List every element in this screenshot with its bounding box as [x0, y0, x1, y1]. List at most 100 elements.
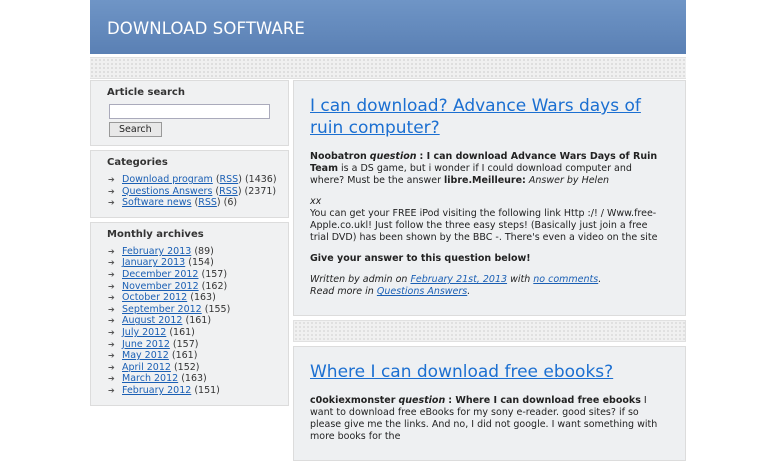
category-link[interactable]: Software news [122, 197, 191, 208]
arrow-right-icon: ➔ [108, 198, 115, 208]
site-header: DOWNLOAD SOFTWARE [90, 0, 686, 54]
post-body: xx You can get your FREE iPod visiting th… [310, 196, 669, 244]
archives-box: Monthly archives ➔ February 2013 (89) ➔ Ja… [90, 221, 289, 406]
arrow-right-icon: ➔ [108, 186, 115, 196]
post-with: with [510, 274, 531, 285]
post-comments-link[interactable]: no comments [533, 274, 598, 285]
post-date-link[interactable]: February 21st, 2013 [410, 274, 507, 285]
arrow-right-icon: ➔ [108, 269, 115, 279]
post-body-text: You can get your FREE iPod visiting the … [310, 208, 658, 243]
post-question-text: : Where I can download free ebooks [448, 395, 641, 406]
archive-item: ➔ March 2012 (163) [108, 373, 288, 385]
archive-item: ➔ April 2012 (152) [108, 362, 288, 374]
archive-count: (152) [173, 361, 200, 373]
post-written-by: Written by admin on [310, 274, 408, 285]
archive-item: ➔ December 2012 (157) [108, 269, 288, 281]
archive-count: (155) [204, 303, 231, 315]
post: I can download? Advance Wars days of rui… [293, 80, 686, 316]
post-answer-bold: libre.Meilleure: [444, 175, 526, 186]
post-cta-text: Give your answer to this question below! [310, 253, 531, 264]
archive-link[interactable]: June 2012 [122, 339, 170, 350]
arrow-right-icon: ➔ [108, 385, 115, 395]
arrow-right-icon: ➔ [108, 339, 115, 349]
archive-item: ➔ January 2013 (154) [108, 257, 288, 269]
arrow-right-icon: ➔ [108, 258, 115, 268]
archive-count: (157) [172, 338, 199, 350]
archive-link[interactable]: January 2013 [122, 257, 185, 268]
category-count: (6) [223, 197, 238, 209]
search-button[interactable]: Search [109, 122, 162, 137]
post-xx: xx [310, 196, 322, 207]
arrow-right-icon: ➔ [108, 327, 115, 337]
archive-item: ➔ October 2012 (163) [108, 292, 288, 304]
archive-item: ➔ February 2012 (151) [108, 385, 288, 397]
archive-item: ➔ May 2012 (161) [108, 350, 288, 362]
arrow-right-icon: ➔ [108, 281, 115, 291]
category-count: (2371) [244, 185, 277, 197]
header-subbar [90, 57, 686, 79]
archives-heading: Monthly archives [107, 228, 204, 240]
arrow-right-icon: ➔ [108, 362, 115, 372]
site-title[interactable]: DOWNLOAD SOFTWARE [107, 19, 305, 38]
archive-count: (161) [185, 315, 212, 327]
archive-count: (162) [201, 280, 228, 292]
search-box: Article search Search [90, 80, 289, 146]
arrow-right-icon: ➔ [108, 246, 115, 256]
archive-link[interactable]: November 2012 [122, 281, 199, 292]
arrow-right-icon: ➔ [108, 374, 115, 384]
post-cta: Give your answer to this question below! [310, 253, 669, 265]
categories-heading: Categories [107, 157, 168, 168]
search-heading: Article search [107, 87, 185, 98]
post-asker: c0okiexmonster [310, 395, 396, 406]
sidebar: Article search Search Categories ➔ Downlo… [90, 80, 289, 410]
category-link[interactable]: Questions Answers [122, 186, 212, 197]
archive-count: (161) [171, 350, 198, 362]
archive-item: ➔ August 2012 (161) [108, 315, 288, 327]
archive-count: (154) [188, 257, 214, 269]
archive-link[interactable]: February 2012 [122, 385, 191, 396]
arrow-right-icon: ➔ [108, 316, 115, 326]
category-item: ➔ Questions Answers (RSS) (2371) [108, 185, 277, 197]
rss-link[interactable]: RSS [198, 197, 217, 208]
archive-link[interactable]: February 2013 [122, 246, 191, 257]
post-category-link[interactable]: Questions Answers [377, 286, 467, 297]
main-content: I can download? Advance Wars days of rui… [293, 80, 686, 461]
arrow-right-icon: ➔ [108, 175, 115, 184]
category-item: ➔ Software news (RSS) (6) [108, 197, 238, 209]
archive-item: ➔ February 2013 (89) [108, 246, 288, 258]
archive-link[interactable]: August 2012 [122, 315, 182, 326]
post-answer-by: Answer by Helen [528, 175, 610, 186]
archive-count: (163) [181, 373, 207, 385]
archive-item: ➔ September 2012 (155) [108, 304, 288, 316]
search-input[interactable] [109, 104, 270, 119]
category-link[interactable]: Download program [122, 174, 213, 185]
archive-link[interactable]: March 2012 [122, 373, 178, 384]
post-question: Noobatron question : I can download Adva… [310, 151, 669, 187]
post-title: Where I can download free ebooks? [310, 361, 669, 383]
archive-link[interactable]: October 2012 [122, 292, 187, 303]
archive-count: (89) [194, 245, 214, 257]
archive-link[interactable]: December 2012 [122, 269, 198, 280]
post-title-link[interactable]: Where I can download free ebooks? [310, 362, 613, 382]
rss-link[interactable]: RSS [219, 186, 238, 197]
archive-link[interactable]: July 2012 [122, 327, 166, 338]
arrow-right-icon: ➔ [108, 351, 115, 361]
category-count: (1436) [244, 174, 277, 185]
archive-item: ➔ November 2012 (162) [108, 281, 288, 293]
arrow-right-icon: ➔ [108, 304, 115, 314]
post-question: c0okiexmonster question : Where I can do… [310, 395, 669, 443]
post-title-link[interactable]: I can download? Advance Wars days of rui… [310, 96, 641, 138]
archive-item: ➔ June 2012 (157) [108, 339, 288, 351]
post-read-more: Read more in [310, 286, 374, 297]
archive-link[interactable]: September 2012 [122, 304, 202, 315]
post-question-word: question [369, 151, 417, 162]
archive-count: (163) [190, 292, 216, 304]
rss-link[interactable]: RSS [220, 174, 239, 185]
post-meta: Written by admin on February 21st, 2013 … [310, 274, 602, 297]
archive-link[interactable]: April 2012 [122, 362, 171, 373]
post-asker: Noobatron [310, 151, 367, 162]
arrow-right-icon: ➔ [108, 293, 115, 303]
categories-box: Categories ➔ Download program (RSS) (1436… [90, 150, 289, 218]
archive-link[interactable]: May 2012 [122, 350, 169, 361]
post: Where I can download free ebooks? c0okie… [293, 346, 686, 461]
